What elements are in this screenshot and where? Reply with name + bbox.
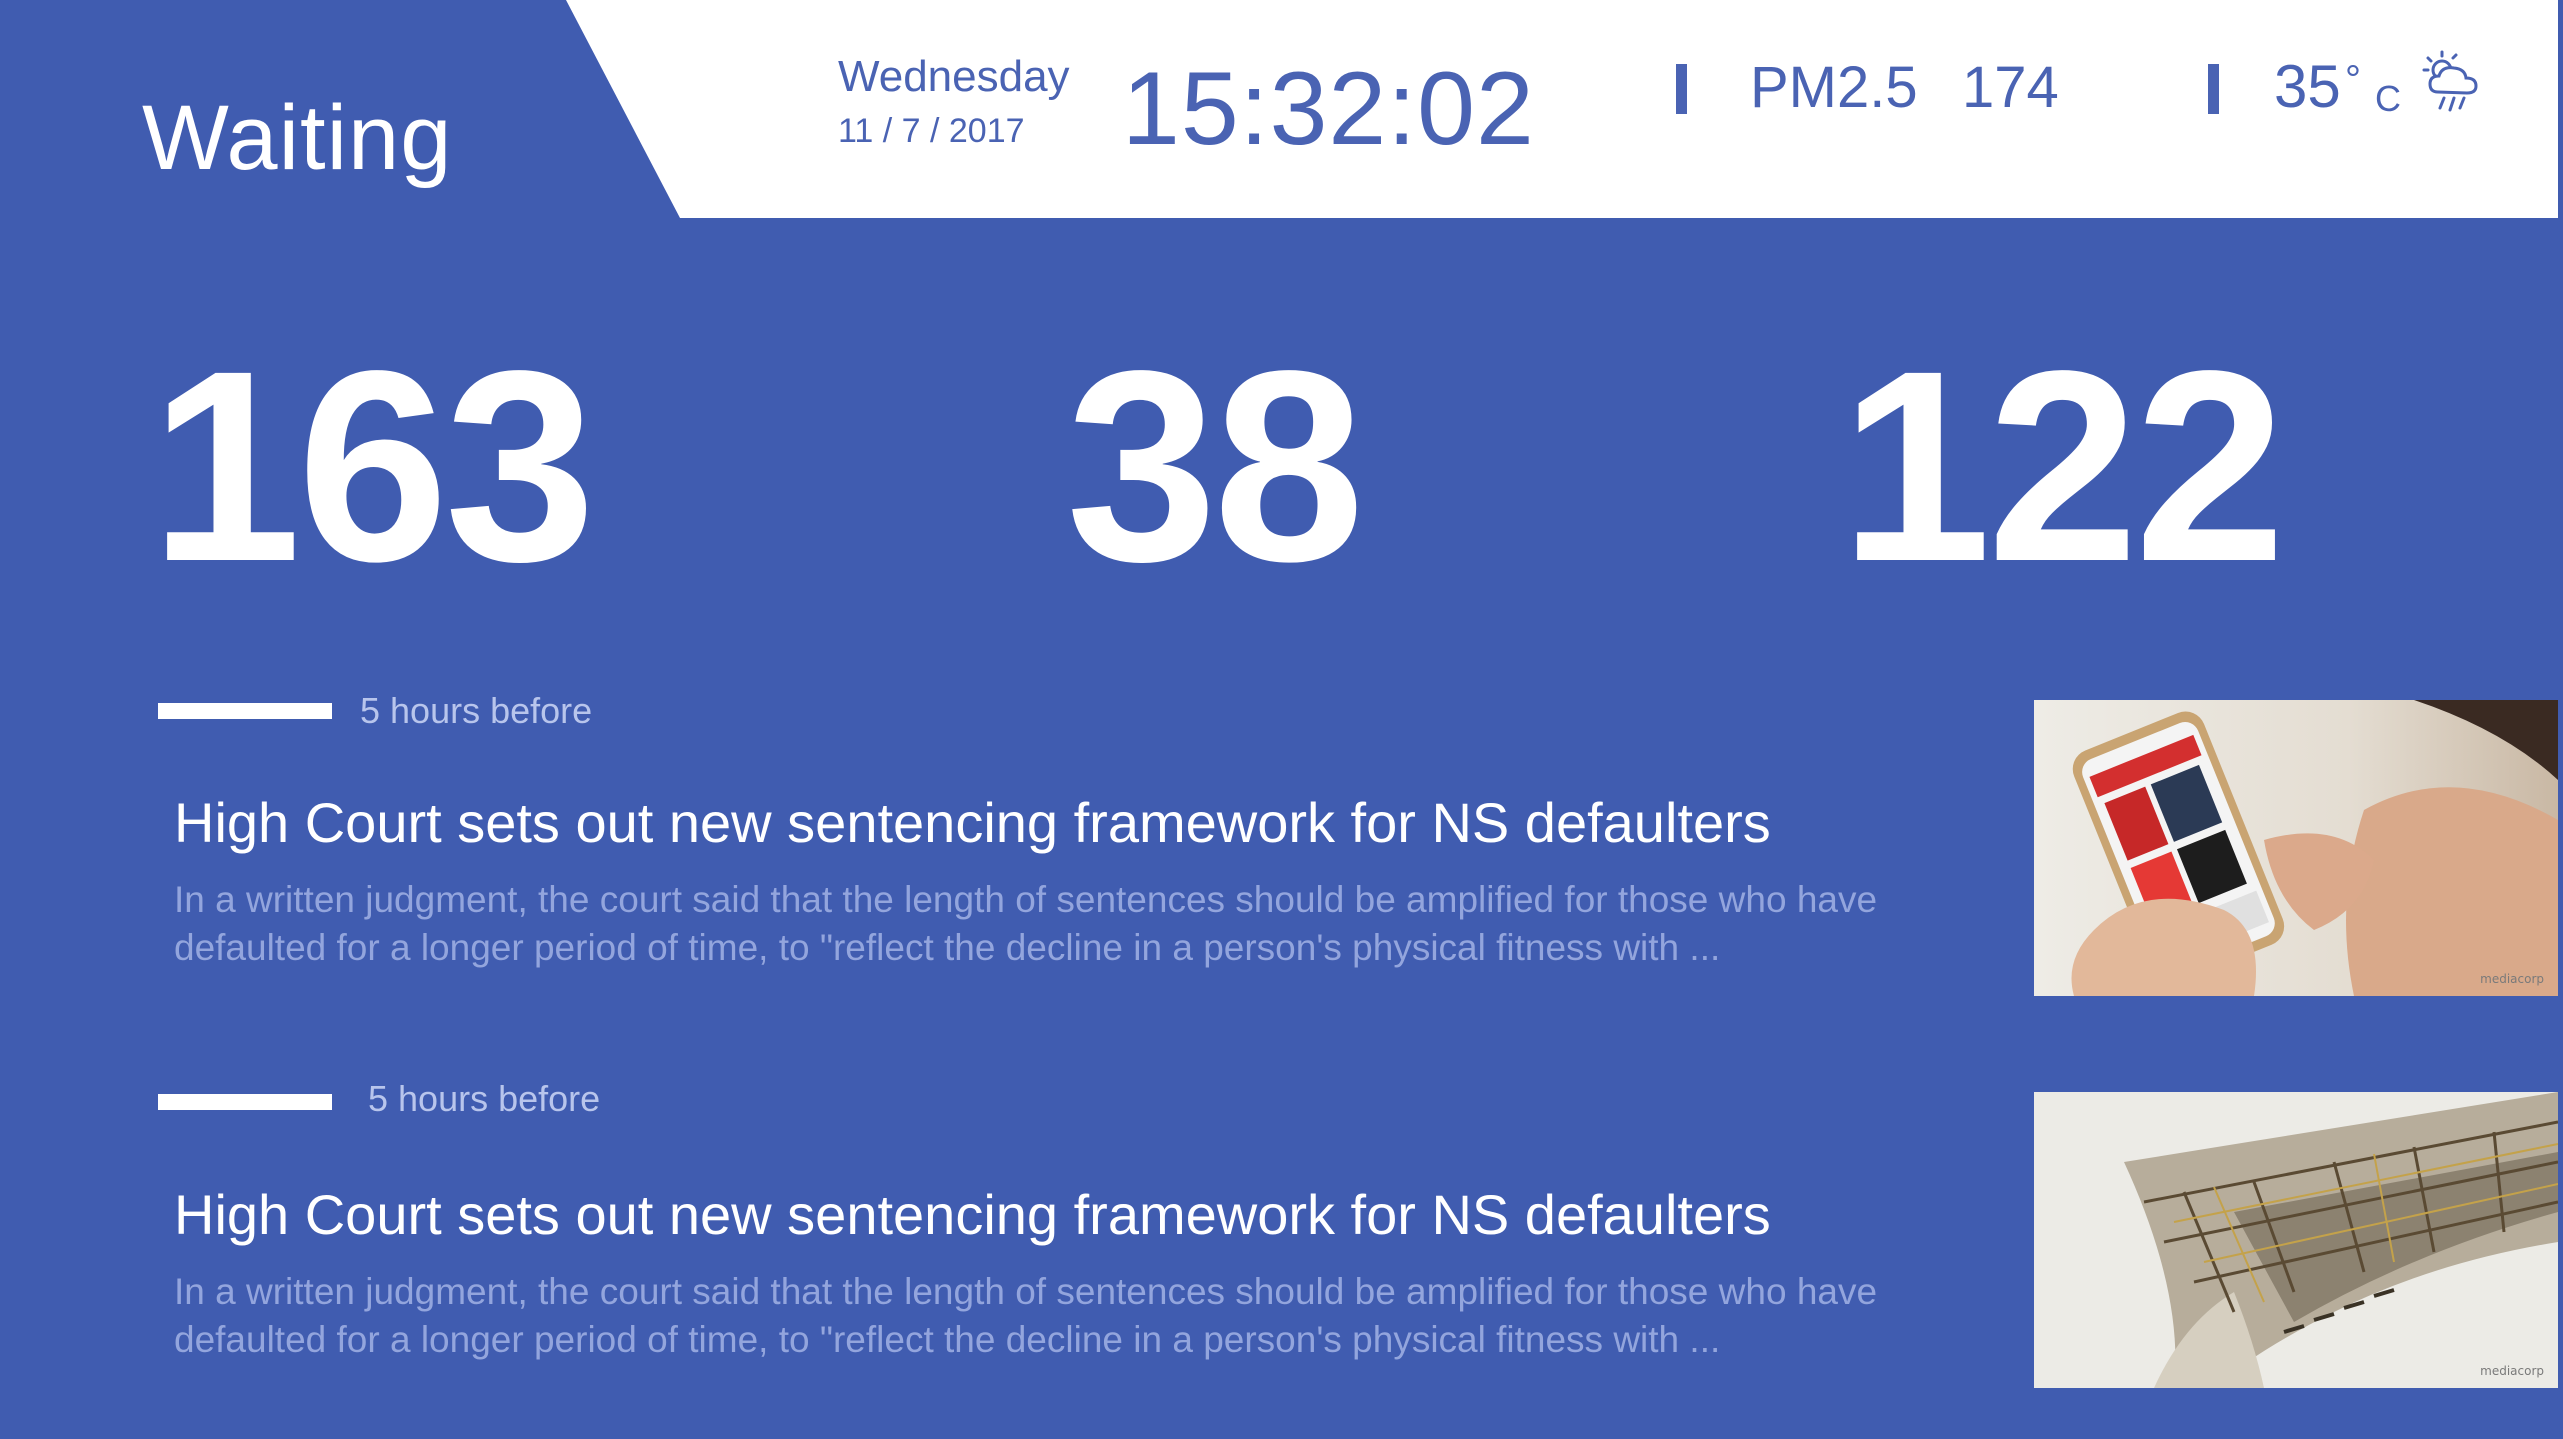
count-secondary: 38 [1066,314,1365,618]
news-summary: In a written judgment, the court said th… [174,879,1878,968]
divider [2208,64,2219,114]
news-thumbnail[interactable]: mediacorp [2034,1092,2558,1388]
pm25-label: PM2.5 [1750,55,1918,120]
temperature-value: 35 [2274,53,2341,120]
news-timestamp: 5 hours before [360,690,593,731]
mediacorp-logo: mediacorp [2480,972,2544,986]
news-accent-bar [158,1094,332,1110]
news-thumbnail[interactable]: mediacorp [2034,700,2558,996]
mediacorp-logo: mediacorp [2480,1364,2544,1378]
degree-symbol: ° [2345,58,2361,102]
news-accent-bar [158,703,332,719]
temperature-unit: C [2375,78,2401,119]
page-title: Waiting [142,87,453,189]
news-summary: In a written judgment, the court said th… [174,1271,1878,1360]
news-headline[interactable]: High Court sets out new sentencing frame… [174,790,1771,855]
collapsed-scaffolding-photo [2034,1092,2558,1388]
weekday-label: Wednesday [838,52,1070,101]
count-tertiary: 122 [1840,314,2286,618]
news-headline[interactable]: High Court sets out new sentencing frame… [174,1182,1771,1247]
waiting-dashboard: Wednesday 11 / 7 / 2017 15:32:02 PM2.5 1… [0,0,2563,1439]
pm25-value: 174 [1962,55,2059,120]
news-timestamp: 5 hours before [368,1078,601,1119]
divider [1676,64,1687,114]
title-tab: Waiting [0,0,680,218]
count-primary: 163 [150,314,596,618]
cloud-rain-sun-icon [2422,50,2478,112]
phone-reading-photo [2034,700,2558,996]
clock: 15:32:02 [1122,51,1535,167]
date-label: 11 / 7 / 2017 [838,112,1025,150]
